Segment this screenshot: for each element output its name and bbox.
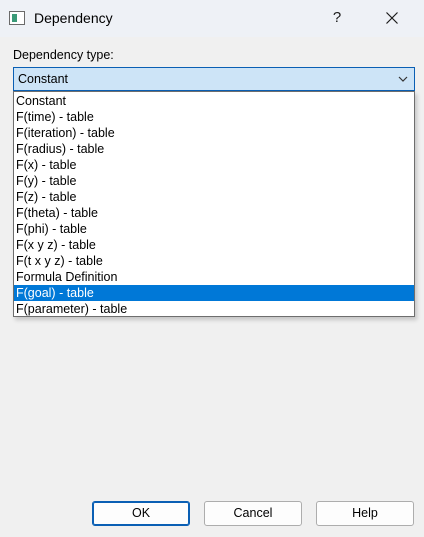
dropdown-option[interactable]: F(theta) - table: [14, 205, 414, 221]
dropdown-option[interactable]: F(time) - table: [14, 109, 414, 125]
dropdown-option[interactable]: F(radius) - table: [14, 141, 414, 157]
dropdown-option[interactable]: F(phi) - table: [14, 221, 414, 237]
cancel-button[interactable]: Cancel: [204, 501, 302, 526]
dropdown-option[interactable]: F(x) - table: [14, 157, 414, 173]
dropdown-option[interactable]: Constant: [14, 93, 414, 109]
dropdown-option[interactable]: F(t x y z) - table: [14, 253, 414, 269]
dropdown-option[interactable]: Formula Definition: [14, 269, 414, 285]
dependency-type-dropdown-list[interactable]: Constant F(time) - table F(iteration) - ta…: [13, 91, 415, 317]
context-help-button[interactable]: ?: [322, 4, 352, 32]
chevron-down-icon: [398, 76, 408, 82]
app-window-icon: [9, 11, 25, 25]
window-title: Dependency: [34, 10, 113, 26]
dependency-type-label: Dependency type:: [13, 48, 114, 62]
dependency-dialog: Dependency ? Dependency type: Constant C…: [0, 0, 424, 537]
dropdown-option[interactable]: F(iteration) - table: [14, 125, 414, 141]
combobox-selected-value: Constant: [18, 72, 69, 86]
dropdown-option[interactable]: F(parameter) - table: [14, 301, 414, 317]
dropdown-option[interactable]: F(z) - table: [14, 189, 414, 205]
dependency-type-combobox[interactable]: Constant: [13, 67, 415, 91]
close-icon: [386, 12, 398, 24]
help-button[interactable]: Help: [316, 501, 414, 526]
ok-button[interactable]: OK: [92, 501, 190, 526]
title-bar: Dependency ?: [0, 0, 424, 37]
dropdown-option[interactable]: F(goal) - table: [14, 285, 414, 301]
dropdown-option[interactable]: F(y) - table: [14, 173, 414, 189]
close-button[interactable]: [377, 4, 407, 32]
dropdown-option[interactable]: F(x y z) - table: [14, 237, 414, 253]
